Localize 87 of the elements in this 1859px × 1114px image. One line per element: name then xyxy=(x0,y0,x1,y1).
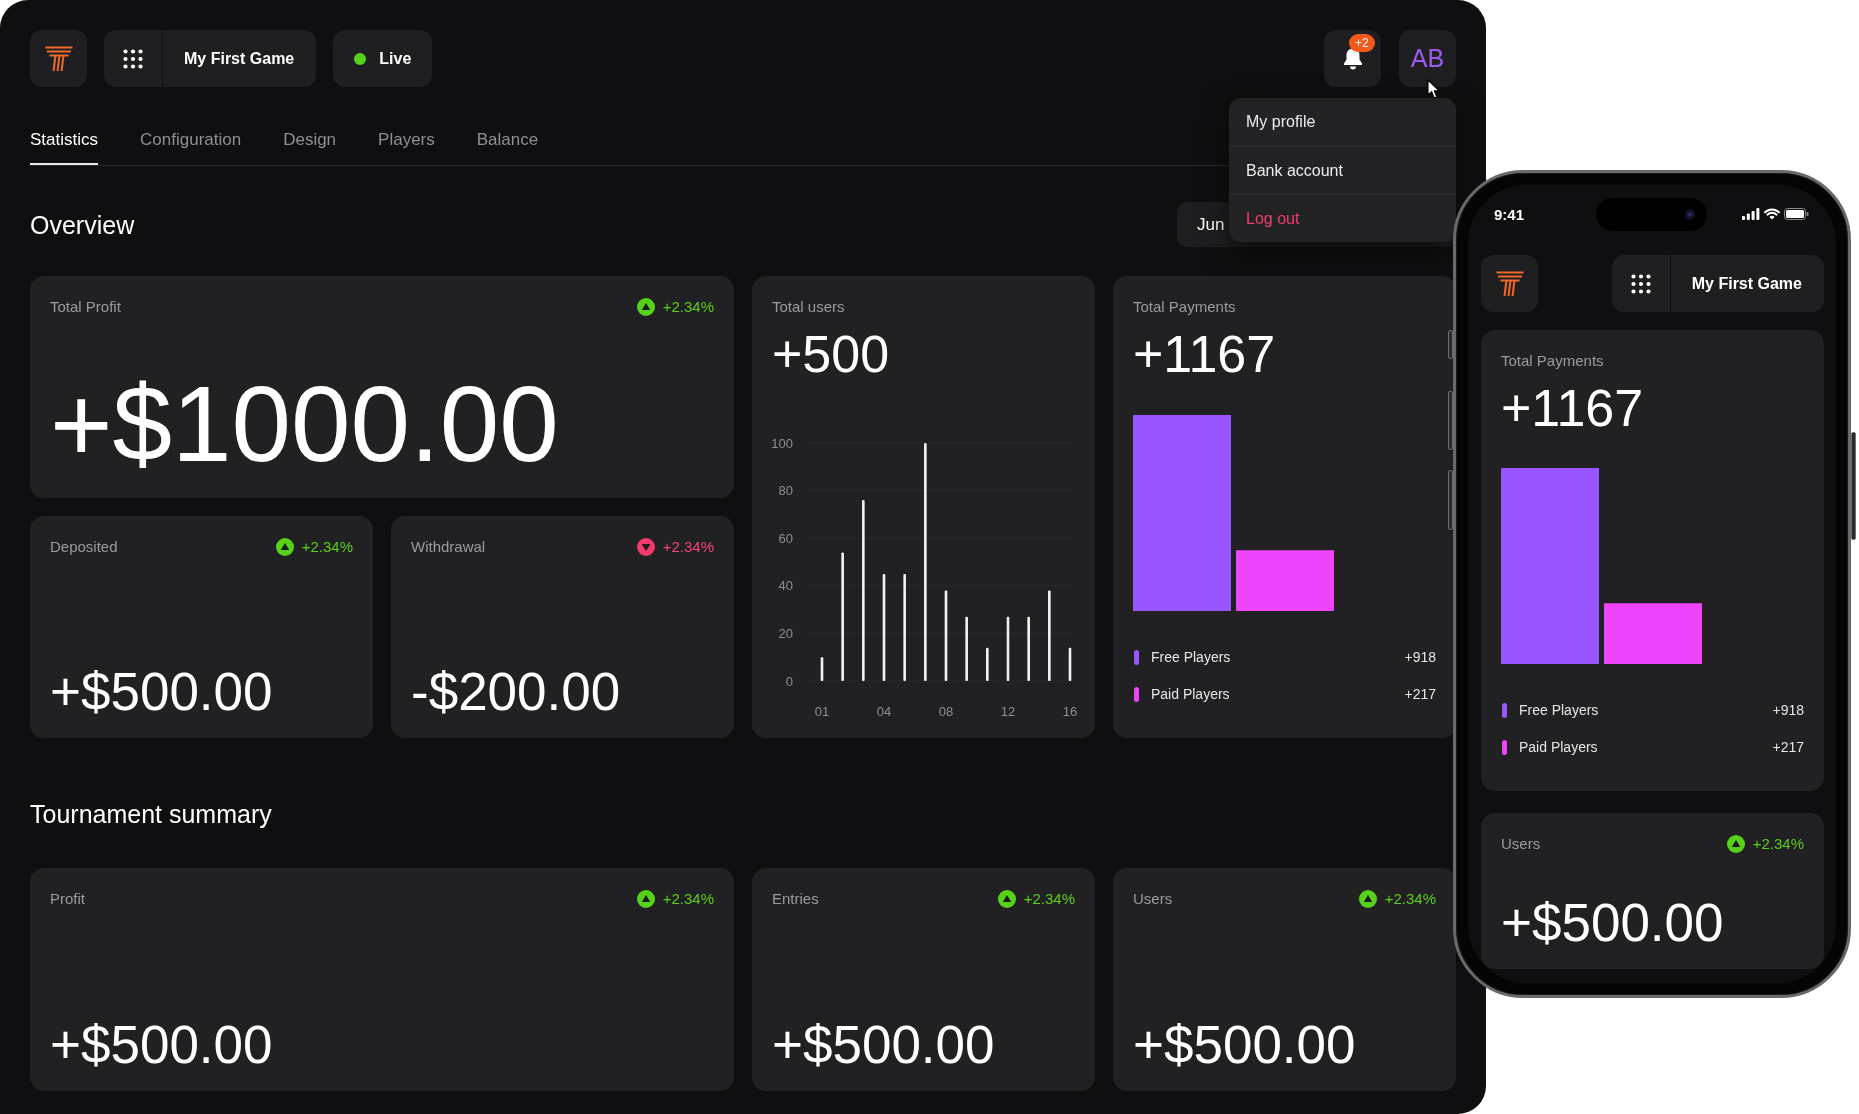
tab[interactable]: Statistics xyxy=(30,130,99,165)
card-label: Users xyxy=(1501,835,1541,853)
card-value: +$500.00 xyxy=(50,665,273,718)
change-text: +2.34% xyxy=(1023,890,1075,908)
axis-label: 0 xyxy=(785,673,793,689)
camera-notch-icon xyxy=(1596,197,1707,231)
side-button[interactable] xyxy=(1448,330,1453,359)
bar xyxy=(841,552,844,681)
bar xyxy=(1027,616,1030,681)
tab[interactable]: Design xyxy=(283,130,337,165)
avatar-button[interactable]: AB xyxy=(1399,30,1456,87)
card-label: Deposited xyxy=(50,538,118,556)
card-value: +500 xyxy=(772,328,890,380)
side-button[interactable] xyxy=(1448,470,1453,530)
live-button[interactable]: Live xyxy=(333,30,433,87)
axis-label: 12 xyxy=(1000,703,1016,719)
axis-label: 40 xyxy=(778,578,793,594)
card-value: +$1000.00 xyxy=(50,371,559,478)
bar xyxy=(903,573,906,681)
change-text: +2.34% xyxy=(662,538,714,556)
axis-label: 16 xyxy=(1062,703,1078,719)
change-text: +2.34% xyxy=(662,298,714,316)
change-text: +2.34% xyxy=(662,890,714,908)
section-title: Overview xyxy=(30,209,135,240)
axis-label: 01 xyxy=(814,703,830,719)
change-text: +2.34% xyxy=(1752,835,1804,853)
signal-icon xyxy=(1742,208,1760,220)
legend-value: +918 xyxy=(1772,702,1804,718)
side-button[interactable] xyxy=(1448,391,1453,450)
bar xyxy=(986,647,989,681)
section-title: Tournament summary xyxy=(30,798,272,829)
legend-label: Paid Players xyxy=(1519,739,1599,755)
tab[interactable]: Players xyxy=(378,130,435,165)
legend-label: Free Players xyxy=(1151,649,1232,665)
legend-value: +217 xyxy=(1404,686,1436,702)
card-value: +$500.00 xyxy=(1501,896,1724,949)
axis-label: 04 xyxy=(876,703,892,719)
card-label: Total Payments xyxy=(1133,298,1236,316)
game-title-button[interactable]: My First Game xyxy=(163,30,317,87)
notification-button[interactable]: +2 xyxy=(1324,30,1381,87)
status-time: 9:41 xyxy=(1494,205,1525,223)
logo-icon xyxy=(1494,269,1525,298)
logo-button[interactable] xyxy=(1481,255,1538,312)
card-value: +$500.00 xyxy=(50,1018,273,1071)
tab[interactable]: Balance xyxy=(476,130,539,165)
axis-label: 08 xyxy=(938,703,954,719)
bar xyxy=(862,500,865,681)
legend-label: Free Players xyxy=(1519,702,1600,718)
legend-value: +217 xyxy=(1772,739,1804,755)
card-label: Withdrawal xyxy=(411,538,486,556)
legend-value: +918 xyxy=(1404,649,1436,665)
axis-label: 80 xyxy=(778,483,793,499)
grid-icon xyxy=(123,48,143,69)
side-button[interactable] xyxy=(1851,432,1856,540)
legend-label: Paid Players xyxy=(1151,686,1231,702)
cursor-icon xyxy=(1427,79,1441,100)
card-value: +$500.00 xyxy=(772,1018,995,1071)
axis-label: 20 xyxy=(778,625,793,641)
card-label: Users xyxy=(1133,890,1173,908)
grid-icon xyxy=(1630,273,1651,294)
change-text: +2.34% xyxy=(301,538,353,556)
card-label: Profit xyxy=(50,890,85,908)
wifi-icon xyxy=(1764,208,1780,220)
card-label: Total Profit xyxy=(50,298,121,316)
card-label: Entries xyxy=(772,890,819,908)
card-value: -$200.00 xyxy=(411,665,621,718)
menu-item[interactable]: My profile xyxy=(1229,98,1456,146)
game-title-button[interactable]: My First Game xyxy=(1670,255,1824,312)
apps-button[interactable] xyxy=(104,30,162,87)
axis-label: 60 xyxy=(778,530,793,546)
card-value: +1167 xyxy=(1501,382,1644,434)
bar xyxy=(924,443,927,681)
card-value: +$500.00 xyxy=(1133,1018,1356,1071)
apps-button[interactable] xyxy=(1611,255,1670,312)
card-value: +1167 xyxy=(1133,328,1276,380)
menu-item[interactable]: Bank account xyxy=(1229,146,1456,194)
card-label: Total Payments xyxy=(1501,352,1604,370)
logo-button[interactable] xyxy=(30,30,87,87)
bar xyxy=(1048,590,1051,681)
tab[interactable]: Configuration xyxy=(140,130,242,165)
notification-badge: +2 xyxy=(1349,34,1375,52)
logo-icon xyxy=(43,44,74,73)
change-text: +2.34% xyxy=(1384,890,1436,908)
axis-label: 100 xyxy=(771,435,793,451)
bar xyxy=(965,616,968,681)
battery-icon xyxy=(1784,208,1809,220)
card-label: Total users xyxy=(772,298,845,316)
